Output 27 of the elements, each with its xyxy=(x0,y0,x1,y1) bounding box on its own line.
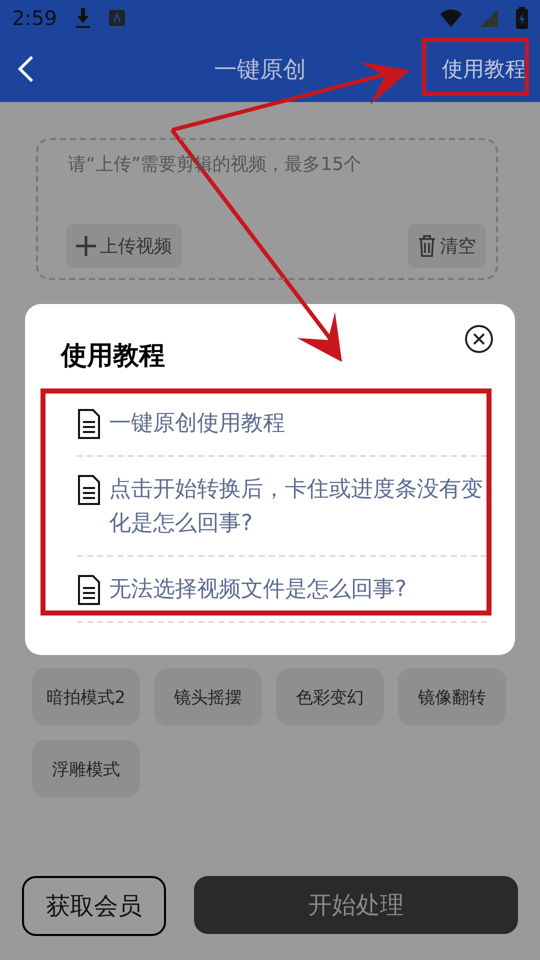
battery-icon xyxy=(516,7,528,29)
tutorial-link[interactable]: 点击开始转换后，卡住或进度条没有变化是怎么回事? xyxy=(109,473,487,541)
signal-icon xyxy=(480,9,498,27)
keyboard-icon xyxy=(108,10,125,26)
effect-chip[interactable]: 浮雕模式 xyxy=(32,740,140,798)
page-title: 一键原创 xyxy=(213,56,307,84)
clock: 2:59 xyxy=(12,6,57,30)
dialog-title: 使用教程 xyxy=(61,340,166,373)
get-membership-button[interactable]: 获取会员 xyxy=(22,876,166,936)
document-icon xyxy=(77,575,101,605)
effect-chip[interactable]: 色彩变幻 xyxy=(276,668,384,726)
clear-button[interactable]: 清空 xyxy=(408,224,486,268)
effect-chip[interactable]: 镜头摇摆 xyxy=(154,668,262,726)
effect-chip[interactable]: 镜像翻转 xyxy=(398,668,506,726)
wifi-icon xyxy=(440,9,462,27)
start-processing-button[interactable]: 开始处理 xyxy=(194,876,518,934)
document-icon xyxy=(77,409,101,439)
close-icon[interactable] xyxy=(464,324,494,354)
tutorial-link[interactable]: 一键原创使用教程 xyxy=(109,407,285,441)
download-icon xyxy=(74,8,91,28)
document-icon xyxy=(77,475,101,505)
plus-icon xyxy=(76,236,96,256)
effect-chip[interactable]: 暗拍模式2 xyxy=(32,668,140,726)
trash-icon xyxy=(418,235,436,257)
upload-video-button[interactable]: 上传视频 xyxy=(66,224,182,268)
tutorial-link[interactable]: 使用教程 xyxy=(440,49,528,89)
tutorial-link[interactable]: 无法选择视频文件是怎么回事? xyxy=(109,573,407,607)
